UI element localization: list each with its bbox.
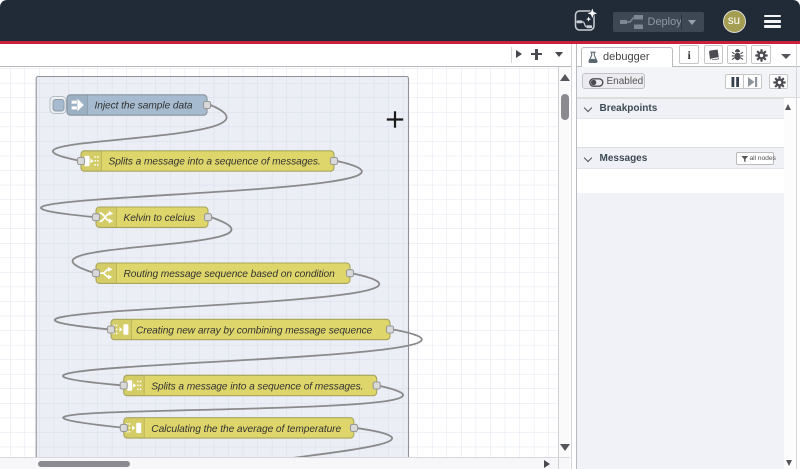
svg-text:Routing message sequence based: Routing message sequence based on condit… — [124, 269, 336, 280]
svg-text:Splits a message into a sequen: Splits a message into a sequence of mess… — [151, 381, 363, 392]
svg-text:Kelvin to celcius: Kelvin to celcius — [124, 212, 196, 223]
svg-text:Splits a message into a sequen: Splits a message into a sequence of mess… — [109, 156, 321, 167]
svg-text:Inject the sample data: Inject the sample data — [95, 100, 193, 111]
svg-text:Creating new array by combinin: Creating new array by combining message … — [136, 325, 373, 336]
svg-text:Calculating the the average of: Calculating the the average of temperatu… — [151, 423, 341, 434]
